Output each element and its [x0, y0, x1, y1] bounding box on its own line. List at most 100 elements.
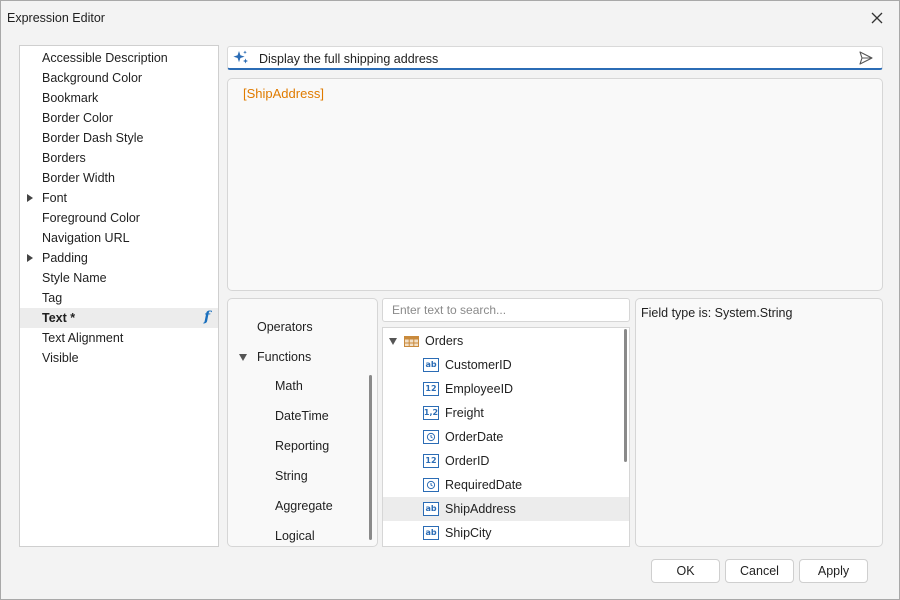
field-label: OrderDate	[445, 430, 504, 444]
field-search	[382, 298, 630, 322]
property-item-accessible-description[interactable]: Accessible Description	[20, 48, 218, 68]
field-item-shipcity[interactable]: ab ShipCity	[383, 521, 629, 545]
property-label: Tag	[42, 291, 63, 305]
property-label: Bookmark	[42, 91, 99, 105]
category-list: Operators Functions Math DateTime Report…	[227, 298, 378, 547]
category-functions[interactable]: Functions	[239, 350, 312, 372]
title-bar: Expression Editor	[1, 1, 899, 35]
table-icon	[404, 336, 419, 350]
decimal-field-icon: 1,2	[423, 406, 439, 420]
field-item-employeeid[interactable]: 12 EmployeeID	[383, 377, 629, 401]
date-field-icon	[423, 430, 439, 444]
ai-prompt-input[interactable]: Display the full shipping address	[227, 46, 883, 70]
description-panel: Field type is: System.String	[635, 298, 883, 547]
expand-arrow-icon[interactable]	[27, 194, 33, 202]
close-icon	[871, 12, 883, 24]
property-label: Navigation URL	[42, 231, 130, 245]
category-label: DateTime	[275, 409, 329, 423]
field-label: ShipAddress	[445, 502, 516, 516]
category-label: Reporting	[275, 439, 330, 453]
category-label: Operators	[257, 320, 313, 334]
field-item-orderid[interactable]: 12 OrderID	[383, 449, 629, 473]
property-item-text-alignment[interactable]: Text Alignment	[20, 328, 218, 348]
category-label: Logical	[275, 529, 315, 543]
field-label: OrderID	[445, 454, 490, 468]
category-label: Aggregate	[275, 499, 333, 513]
property-label: Style Name	[42, 271, 107, 285]
sparkle-icon	[232, 49, 250, 70]
collapse-arrow-icon[interactable]	[389, 338, 397, 345]
property-item-border-dash-style[interactable]: Border Dash Style	[20, 128, 218, 148]
property-item-foreground-color[interactable]: Foreground Color	[20, 208, 218, 228]
property-item-bookmark[interactable]: Bookmark	[20, 88, 218, 108]
field-list-scrollbar[interactable]	[624, 329, 627, 462]
property-item-style-name[interactable]: Style Name	[20, 268, 218, 288]
function-icon: f	[203, 309, 210, 325]
field-label: Freight	[445, 406, 484, 420]
category-datetime[interactable]: DateTime	[275, 409, 329, 431]
category-operators[interactable]: Operators	[257, 320, 313, 342]
close-button[interactable]	[859, 5, 895, 31]
field-item-customerid[interactable]: ab CustomerID	[383, 353, 629, 377]
category-scrollbar[interactable]	[369, 375, 372, 540]
property-item-background-color[interactable]: Background Color	[20, 68, 218, 88]
category-reporting[interactable]: Reporting	[275, 439, 329, 461]
property-label: Accessible Description	[42, 51, 168, 65]
property-label: Text *	[42, 311, 76, 325]
string-field-icon: ab	[423, 526, 439, 540]
expand-arrow-icon[interactable]	[27, 254, 33, 262]
category-aggregate[interactable]: Aggregate	[275, 499, 333, 521]
property-item-borders[interactable]: Borders	[20, 148, 218, 168]
cancel-button[interactable]: Cancel	[725, 559, 794, 583]
category-label: Math	[275, 379, 303, 393]
expression-editor-window: Expression Editor Accessible Description…	[0, 0, 900, 600]
send-icon[interactable]	[858, 50, 874, 69]
category-logical[interactable]: Logical	[275, 529, 315, 546]
field-list: Orders ab CustomerID 12 EmployeeID 1,2 F…	[382, 327, 630, 547]
property-label: Border Dash Style	[42, 131, 144, 145]
window-title: Expression Editor	[7, 11, 105, 25]
property-label: Foreground Color	[42, 211, 140, 225]
field-group-orders[interactable]: Orders	[383, 329, 629, 353]
property-item-text[interactable]: Text * f	[20, 308, 218, 328]
integer-field-icon: 12	[423, 454, 439, 468]
field-label: ShipCity	[445, 526, 492, 540]
property-item-font[interactable]: Font	[20, 188, 218, 208]
property-item-navigation-url[interactable]: Navigation URL	[20, 228, 218, 248]
property-item-tag[interactable]: Tag	[20, 288, 218, 308]
expression-editor[interactable]: [ShipAddress]	[227, 78, 883, 291]
string-field-icon: ab	[423, 358, 439, 372]
ok-button[interactable]: OK	[651, 559, 720, 583]
field-item-shipaddress[interactable]: ab ShipAddress	[383, 497, 629, 521]
field-item-requireddate[interactable]: RequiredDate	[383, 473, 629, 497]
property-item-border-color[interactable]: Border Color	[20, 108, 218, 128]
property-label: Font	[42, 191, 68, 205]
category-string[interactable]: String	[275, 469, 308, 491]
field-item-freight[interactable]: 1,2 Freight	[383, 401, 629, 425]
expression-text[interactable]: [ShipAddress]	[243, 86, 324, 101]
string-field-icon: ab	[423, 502, 439, 516]
property-label: Visible	[42, 351, 79, 365]
field-label: RequiredDate	[445, 478, 523, 492]
apply-button[interactable]: Apply	[799, 559, 868, 583]
search-input[interactable]	[384, 300, 628, 320]
collapse-arrow-icon[interactable]	[239, 354, 247, 361]
date-field-icon	[423, 478, 439, 492]
description-text: Field type is: System.String	[641, 306, 793, 320]
property-item-border-width[interactable]: Border Width	[20, 168, 218, 188]
property-label: Border Color	[42, 111, 113, 125]
field-item-orderdate[interactable]: OrderDate	[383, 425, 629, 449]
property-label: Padding	[42, 251, 88, 265]
property-item-visible[interactable]: Visible	[20, 348, 218, 368]
property-item-padding[interactable]: Padding	[20, 248, 218, 268]
field-label: CustomerID	[445, 358, 512, 372]
integer-field-icon: 12	[423, 382, 439, 396]
category-label: String	[275, 469, 308, 483]
property-label: Border Width	[42, 171, 115, 185]
category-math[interactable]: Math	[275, 379, 303, 401]
field-group-label: Orders	[425, 334, 464, 348]
property-label: Background Color	[42, 71, 143, 85]
field-label: EmployeeID	[445, 382, 514, 396]
property-label: Text Alignment	[42, 331, 124, 345]
category-label: Functions	[257, 350, 312, 364]
